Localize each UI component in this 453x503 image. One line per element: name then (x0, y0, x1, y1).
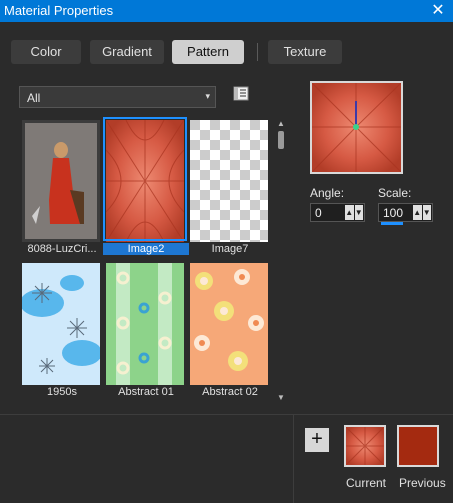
angle-stepper[interactable]: 0 ▲ ▼ (310, 203, 365, 222)
tab-pattern[interactable]: Pattern (172, 40, 244, 64)
current-swatch[interactable] (344, 425, 386, 467)
pattern-thumb (22, 120, 100, 242)
pattern-tile-abstract-02[interactable]: Abstract 02 (187, 260, 268, 398)
spin-down-icon[interactable]: ▼ (422, 205, 431, 220)
bottom-vertical-divider (293, 414, 294, 503)
tab-texture[interactable]: Texture (268, 40, 342, 64)
pattern-tile-image2[interactable]: Image2 (103, 117, 189, 255)
category-dropdown[interactable]: All ▾ (19, 86, 216, 108)
pattern-thumb (106, 263, 184, 385)
bottom-divider (0, 414, 453, 415)
pattern-thumb (190, 263, 268, 385)
tab-color[interactable]: Color (11, 40, 81, 64)
pattern-tile-luzcri[interactable]: 8088-LuzCri... (19, 117, 100, 255)
scale-value: 100 (383, 206, 404, 220)
spin-up-icon[interactable]: ▲ (345, 205, 354, 220)
angle-value: 0 (315, 206, 322, 220)
pattern-preview-image (311, 82, 402, 173)
selection-frame (103, 117, 187, 241)
spin-down-icon[interactable]: ▼ (354, 205, 363, 220)
scrollbar-thumb[interactable] (278, 131, 284, 149)
spin-up-icon[interactable]: ▲ (413, 205, 422, 220)
current-swatch-image (345, 426, 385, 466)
window-title: Material Properties (4, 3, 114, 18)
center-handle-icon (353, 124, 359, 130)
list-view-icon[interactable] (232, 86, 250, 102)
add-swatch-button[interactable]: + (305, 428, 329, 452)
pattern-scrollbar[interactable]: ▲ ▼ (275, 119, 287, 402)
chevron-down-icon: ▾ (205, 91, 210, 101)
scale-stepper-buttons[interactable]: ▲ ▼ (412, 205, 431, 220)
tab-gradient[interactable]: Gradient (90, 40, 164, 64)
pattern-label: 8088-LuzCri... (27, 243, 97, 255)
previous-label: Previous (399, 476, 446, 490)
scroll-up-icon[interactable]: ▲ (276, 119, 286, 128)
pattern-tile-1950s[interactable]: 1950s (19, 260, 100, 398)
focus-underline (381, 222, 403, 225)
pattern-label: Image2 (103, 243, 189, 255)
pattern-label: 1950s (47, 386, 77, 398)
close-icon[interactable]: ✕ (423, 0, 453, 22)
category-value: All (27, 91, 41, 105)
pattern-tile-abstract-01[interactable]: Abstract 01 (103, 260, 184, 398)
scroll-down-icon[interactable]: ▼ (276, 393, 286, 402)
angle-stepper-buttons[interactable]: ▲ ▼ (344, 205, 363, 220)
pattern-label: Image7 (211, 243, 249, 255)
pattern-thumb (190, 120, 268, 242)
title-bar: Material Properties ✕ (0, 0, 453, 22)
current-label: Current (346, 476, 387, 490)
pattern-label: Abstract 01 (118, 386, 174, 398)
angle-label: Angle: (310, 186, 345, 200)
pattern-tile-image7[interactable]: Image7 (187, 117, 268, 255)
previous-swatch[interactable] (397, 425, 439, 467)
tab-separator (257, 43, 258, 61)
scale-stepper[interactable]: 100 ▲ ▼ (378, 203, 433, 225)
pattern-label: Abstract 02 (202, 386, 258, 398)
pattern-grid: 8088-LuzCri... Image2 Image7 1950s Abstr… (17, 117, 273, 404)
pattern-thumb (22, 263, 100, 385)
scale-label: Scale: (378, 186, 412, 200)
pattern-preview[interactable] (310, 81, 403, 174)
